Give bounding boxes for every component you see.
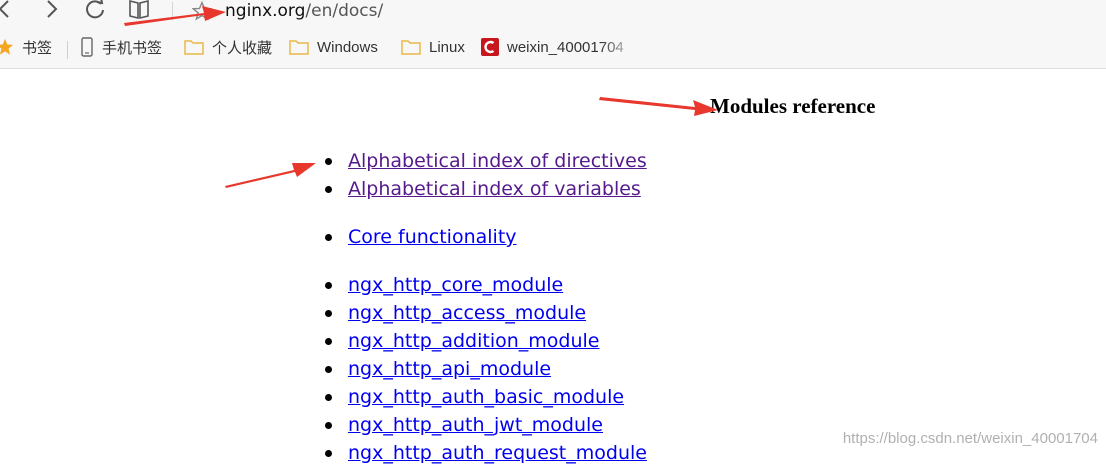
- module-link-api[interactable]: ngx_http_api_module: [348, 358, 551, 380]
- list-item: ngx_http_auth_jwt_module: [0, 411, 647, 439]
- reload-button[interactable]: [84, 0, 106, 22]
- list-item: ngx_http_addition_module: [0, 327, 647, 355]
- module-link-auth-basic[interactable]: ngx_http_auth_basic_module: [348, 386, 624, 408]
- bookmark-folder-linux[interactable]: Linux: [401, 36, 465, 58]
- list-item: Alphabetical index of directives: [0, 147, 647, 175]
- page-title: Modules reference: [710, 94, 876, 118]
- folder-icon: [184, 39, 204, 55]
- reader-mode-button[interactable]: [128, 0, 150, 22]
- back-button[interactable]: [0, 0, 16, 22]
- bookmark-item-bookmarks[interactable]: 书签: [0, 36, 52, 58]
- forward-button[interactable]: [40, 0, 62, 22]
- folder-icon: [401, 39, 421, 55]
- bookmark-label: Windows: [317, 38, 378, 56]
- module-links-list: ngx_http_core_module ngx_http_access_mod…: [0, 271, 647, 467]
- module-link-access[interactable]: ngx_http_access_module: [348, 302, 586, 324]
- bookmark-label: Linux: [429, 38, 465, 56]
- bookmark-label: 手机书签: [102, 39, 163, 57]
- core-links-list: Core functionality: [0, 223, 517, 251]
- browser-toolbar: nginx.org/en/docs/: [0, 0, 1106, 27]
- list-item: ngx_http_access_module: [0, 299, 647, 327]
- variables-index-link[interactable]: Alphabetical index of variables: [348, 178, 641, 200]
- index-links-list: Alphabetical index of directives Alphabe…: [0, 147, 647, 203]
- bookmark-label: 书签: [22, 39, 53, 57]
- list-item: ngx_http_api_module: [0, 355, 647, 383]
- reload-icon: [86, 0, 104, 19]
- bookmark-item-mobile[interactable]: 手机书签: [80, 36, 162, 58]
- annotation-arrow-title: [599, 97, 718, 116]
- list-item: Alphabetical index of variables: [0, 175, 647, 203]
- url-domain: nginx.org: [225, 1, 306, 21]
- directives-index-link[interactable]: Alphabetical index of directives: [348, 150, 647, 172]
- bookmark-folder-favorites[interactable]: 个人收藏: [184, 36, 272, 58]
- core-functionality-link[interactable]: Core functionality: [348, 226, 517, 248]
- toolbar-divider: [172, 2, 173, 20]
- folder-icon: [289, 39, 309, 55]
- bookmarks-overflow-fade: [600, 27, 640, 68]
- module-link-auth-jwt[interactable]: ngx_http_auth_jwt_module: [348, 414, 603, 436]
- list-item: Core functionality: [0, 223, 517, 251]
- module-link-addition[interactable]: ngx_http_addition_module: [348, 330, 600, 352]
- bookmark-folder-windows[interactable]: Windows: [289, 36, 378, 58]
- list-item: ngx_http_core_module: [0, 271, 647, 299]
- list-item: ngx_http_auth_basic_module: [0, 383, 647, 411]
- address-bar[interactable]: nginx.org/en/docs/: [225, 0, 383, 23]
- bookmarks-bar: 书签 手机书签 个人收藏 Windows Linux weixin_400017…: [0, 27, 1106, 69]
- module-link-core[interactable]: ngx_http_core_module: [348, 274, 563, 296]
- star-icon: [0, 38, 14, 56]
- back-arrow-icon: [0, 0, 9, 18]
- phone-icon: [80, 37, 94, 57]
- list-item: ngx_http_auth_request_module: [0, 439, 647, 467]
- url-path: /en/docs/: [305, 1, 384, 21]
- module-link-auth-request[interactable]: ngx_http_auth_request_module: [348, 442, 647, 464]
- bookmark-label: 个人收藏: [212, 39, 273, 57]
- csdn-icon: [481, 38, 499, 56]
- book-icon: [129, 0, 149, 20]
- bookmark-star-button[interactable]: [190, 0, 214, 23]
- watermark: https://blog.csdn.net/weixin_40001704: [842, 430, 1098, 447]
- forward-arrow-icon: [47, 0, 58, 18]
- star-outline-icon: [192, 1, 212, 21]
- bookmarks-divider: [67, 41, 68, 59]
